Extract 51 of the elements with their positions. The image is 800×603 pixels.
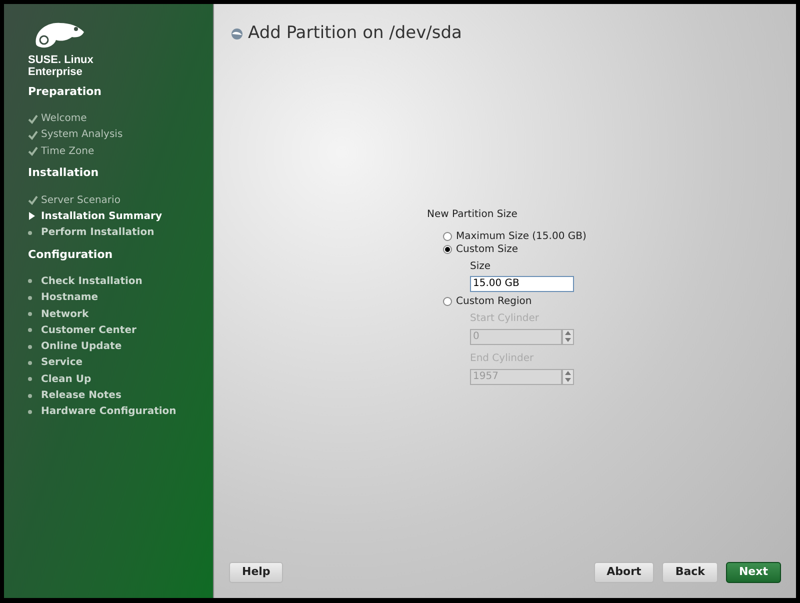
- bullet-icon: [28, 344, 32, 349]
- dialog-button[interactable]: Help: [229, 562, 284, 583]
- step-label: Server Scenario: [41, 194, 120, 208]
- triangle-icon: [28, 212, 36, 220]
- radio-label: Custom Size: [456, 242, 518, 256]
- step-label: Hardware Configuration: [41, 405, 176, 420]
- step-label: Hostname: [41, 291, 98, 306]
- group-label: New Partition Size: [427, 208, 518, 222]
- spin-arrows-icon[interactable]: [562, 368, 574, 384]
- step-label: System Analysis: [41, 128, 123, 142]
- dialog-button[interactable]: Abort: [594, 562, 654, 583]
- size-field[interactable]: 15.00 GB: [470, 276, 574, 292]
- bullet-icon: [28, 230, 32, 235]
- radio-label: Custom Region: [456, 294, 532, 308]
- step-label: Perform Installation: [41, 226, 154, 240]
- step-label: Customer Center: [41, 324, 136, 338]
- check-icon: [28, 146, 38, 156]
- brand-name: SUSE. Linux Enterprise: [28, 54, 94, 78]
- next-button[interactable]: Next: [726, 562, 781, 583]
- radio-button[interactable]: [443, 232, 452, 240]
- check-icon: [28, 195, 38, 206]
- step-label: Release Notes: [41, 389, 122, 403]
- dialog-button[interactable]: Back: [662, 562, 718, 583]
- spin-arrows-icon[interactable]: [562, 328, 574, 344]
- bullet-icon: [28, 312, 32, 316]
- radio-label: Maximum Size (15.00 GB): [456, 230, 586, 244]
- bullet-icon: [28, 394, 32, 398]
- bullet-icon: [28, 328, 32, 332]
- section-heading: Preparation: [28, 84, 103, 100]
- bullet-icon: [28, 377, 32, 382]
- step-label: Service: [41, 356, 83, 370]
- field-label: Size: [470, 260, 492, 274]
- bullet-icon: [28, 410, 32, 414]
- step-label: Installation Summary: [41, 210, 162, 224]
- dialog-title: Add Partition on /dev/sda: [248, 22, 462, 45]
- step-label: Check Installation: [41, 274, 142, 289]
- radio-button[interactable]: [443, 296, 452, 306]
- section-heading: Installation: [28, 165, 100, 182]
- globe-icon: [230, 28, 244, 40]
- section-heading: Configuration: [28, 246, 114, 263]
- step-label: Time Zone: [41, 144, 94, 159]
- bullet-icon: [28, 296, 32, 300]
- radio-button[interactable]: [443, 244, 452, 254]
- step-label: Online Update: [41, 340, 122, 354]
- bullet-icon: [28, 279, 32, 284]
- check-icon: [28, 130, 38, 140]
- step-label: Welcome: [41, 112, 87, 126]
- step-label: Network: [41, 308, 89, 322]
- step-label: Clean Up: [41, 372, 92, 387]
- check-icon: [28, 114, 38, 124]
- bullet-icon: [28, 360, 32, 365]
